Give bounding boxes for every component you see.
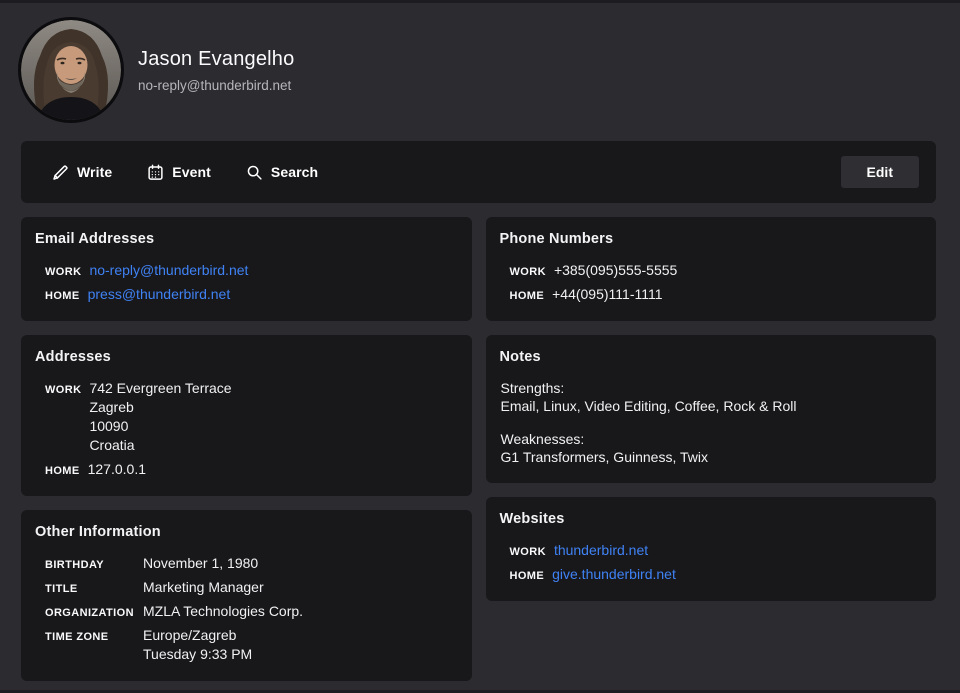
field-value: MZLA Technologies Corp. <box>143 602 303 621</box>
notes-card: Notes Strengths:Email, Linux, Video Edit… <box>486 335 937 483</box>
field-type-label: WORK <box>45 266 81 278</box>
write-button-label: Write <box>77 164 112 180</box>
contact-identity: Jason Evangelho no-reply@thunderbird.net <box>138 48 294 93</box>
contact-field-row: HOME 127.0.0.1 <box>45 460 458 479</box>
contact-field-row: TIME ZONEEurope/ZagrebTuesday 9:33 PM <box>45 626 458 664</box>
other-information-card: Other Information BIRTHDAYNovember 1, 19… <box>21 510 472 681</box>
note-paragraph: Strengths:Email, Linux, Video Editing, C… <box>501 379 923 415</box>
other-information-rows: BIRTHDAYNovember 1, 1980TITLEMarketing M… <box>35 554 458 664</box>
write-button[interactable]: Write <box>52 164 112 181</box>
contact-field-row: HOME press@thunderbird.net <box>45 285 458 304</box>
field-value: thunderbird.net <box>554 541 648 560</box>
left-column: Email Addresses WORK no-reply@thunderbird… <box>21 217 472 681</box>
edit-button[interactable]: Edit <box>841 156 919 188</box>
addresses-card: Addresses WORK 742 Evergreen TerraceZagre… <box>21 335 472 496</box>
field-type-label: WORK <box>45 384 81 396</box>
search-button-label: Search <box>271 164 318 180</box>
field-value: no-reply@thunderbird.net <box>89 261 248 280</box>
email-addresses-card: Email Addresses WORK no-reply@thunderbird… <box>21 217 472 321</box>
field-type-label: BIRTHDAY <box>45 559 143 571</box>
field-type-label: HOME <box>45 465 80 477</box>
phone-numbers-card: Phone Numbers WORK +385(095)555-5555 HOME +… <box>486 217 937 321</box>
contact-primary-email: no-reply@thunderbird.net <box>138 78 294 93</box>
field-value: 127.0.0.1 <box>88 460 146 479</box>
field-value: Europe/ZagrebTuesday 9:33 PM <box>143 626 252 664</box>
avatar <box>21 20 121 120</box>
websites-rows: WORK thunderbird.net HOME give.thunderbird.… <box>500 541 923 584</box>
contact-field-row: BIRTHDAYNovember 1, 1980 <box>45 554 458 573</box>
pencil-icon <box>52 164 69 181</box>
contact-field-row: HOME give.thunderbird.net <box>510 565 923 584</box>
magnifier-icon <box>246 164 263 181</box>
contact-detail-grid: Email Addresses WORK no-reply@thunderbird… <box>21 217 936 681</box>
addresses-rows: WORK 742 Evergreen TerraceZagreb10090Croa… <box>35 379 458 479</box>
contact-link[interactable]: thunderbird.net <box>554 542 648 558</box>
event-button-label: Event <box>172 164 211 180</box>
contact-action-toolbar: Write Event Search Edit <box>21 141 936 203</box>
field-value: 742 Evergreen TerraceZagreb10090Croatia <box>89 379 231 455</box>
contact-field-row: WORK 742 Evergreen TerraceZagreb10090Croa… <box>45 379 458 455</box>
notes-body: Strengths:Email, Linux, Video Editing, C… <box>500 379 923 466</box>
field-value: press@thunderbird.net <box>88 285 231 304</box>
event-button[interactable]: Event <box>147 164 211 181</box>
field-type-label: TITLE <box>45 583 143 595</box>
search-button[interactable]: Search <box>246 164 318 181</box>
field-value: give.thunderbird.net <box>552 565 676 584</box>
field-type-label: ORGANIZATION <box>45 607 143 619</box>
right-column: Phone Numbers WORK +385(095)555-5555 HOME +… <box>486 217 937 601</box>
contact-field-row: WORK +385(095)555-5555 <box>510 261 923 280</box>
websites-card: Websites WORK thunderbird.net HOME give.thu… <box>486 497 937 601</box>
field-value: +44(095)111-1111 <box>552 285 662 304</box>
card-title: Notes <box>500 349 923 365</box>
field-type-label: HOME <box>45 290 80 302</box>
contact-field-row: HOME +44(095)111-1111 <box>510 285 923 304</box>
card-title: Other Information <box>35 524 458 540</box>
contact-link[interactable]: give.thunderbird.net <box>552 566 676 582</box>
field-type-label: WORK <box>510 546 546 558</box>
contact-name: Jason Evangelho <box>138 48 294 71</box>
email-addresses-rows: WORK no-reply@thunderbird.net HOME press@th… <box>35 261 458 304</box>
field-type-label: HOME <box>510 290 545 302</box>
calendar-icon <box>147 164 164 181</box>
phone-numbers-rows: WORK +385(095)555-5555 HOME +44(095)111-111… <box>500 261 923 304</box>
field-value: +385(095)555-5555 <box>554 261 677 280</box>
contact-field-row: WORK thunderbird.net <box>510 541 923 560</box>
contact-field-row: WORK no-reply@thunderbird.net <box>45 261 458 280</box>
contact-header: Jason Evangelho no-reply@thunderbird.net <box>0 0 960 120</box>
card-title: Websites <box>500 511 923 527</box>
contact-link[interactable]: press@thunderbird.net <box>88 286 231 302</box>
contact-field-row: TITLEMarketing Manager <box>45 578 458 597</box>
field-type-label: HOME <box>510 570 545 582</box>
contact-field-row: ORGANIZATIONMZLA Technologies Corp. <box>45 602 458 621</box>
card-title: Phone Numbers <box>500 231 923 247</box>
card-title: Addresses <box>35 349 458 365</box>
field-value: November 1, 1980 <box>143 554 258 573</box>
portrait-photo-icon <box>21 20 121 120</box>
card-title: Email Addresses <box>35 231 458 247</box>
field-type-label: TIME ZONE <box>45 631 143 643</box>
field-type-label: WORK <box>510 266 546 278</box>
window-edge-top <box>0 0 960 3</box>
note-paragraph: Weaknesses:G1 Transformers, Guinness, Tw… <box>501 430 923 466</box>
contact-link[interactable]: no-reply@thunderbird.net <box>89 262 248 278</box>
field-value: Marketing Manager <box>143 578 264 597</box>
